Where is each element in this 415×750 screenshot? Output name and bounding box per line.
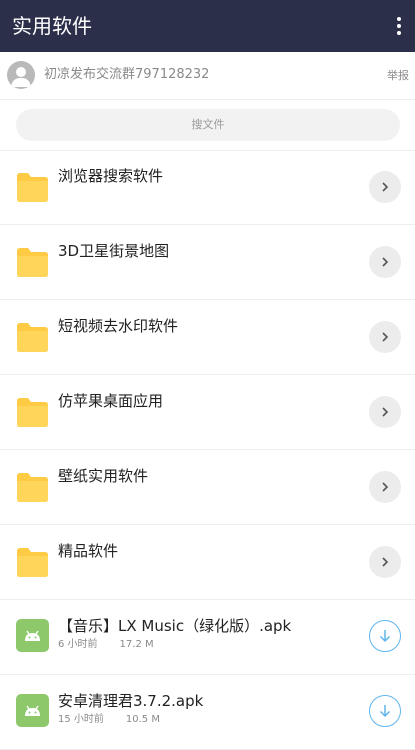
file-size: 17.2 M	[119, 639, 154, 650]
folder-label: 精品软件	[58, 542, 119, 560]
chevron-right-icon	[382, 557, 389, 567]
folder-item[interactable]: 浏览器搜索软件	[0, 150, 415, 225]
file-time: 6 小时前	[58, 639, 98, 650]
folder-item[interactable]: 3D卫星街景地图	[0, 225, 415, 300]
chevron-right-icon	[382, 482, 389, 492]
file-meta: 6 小时前 17.2 M	[58, 638, 154, 652]
folder-label: 3D卫星街景地图	[58, 242, 170, 260]
folder-icon	[17, 173, 48, 202]
download-arrow-icon	[379, 705, 391, 718]
chevron-right-icon	[382, 332, 389, 342]
search-input[interactable]: 搜文件	[16, 109, 400, 141]
folder-item[interactable]: 仿苹果桌面应用	[0, 375, 415, 450]
file-item[interactable]: 安卓清理君3.7.2.apk 15 小时前 10.5 M	[0, 675, 415, 750]
app-bar: 实用软件	[0, 0, 415, 52]
avatar[interactable]	[7, 61, 35, 89]
page-title: 实用软件	[12, 14, 92, 38]
open-folder-button[interactable]	[369, 396, 401, 428]
folder-label: 浏览器搜索软件	[58, 167, 164, 185]
download-button[interactable]	[369, 695, 401, 727]
folder-icon	[17, 398, 48, 427]
file-name: 【音乐】LX Music（绿化版）.apk	[58, 617, 292, 635]
folder-label: 仿苹果桌面应用	[58, 392, 164, 410]
download-arrow-icon	[379, 630, 391, 643]
chevron-right-icon	[382, 407, 389, 417]
folder-icon	[17, 548, 48, 577]
file-list: 浏览器搜索软件 3D卫星街景地图 短视频去水印软件 仿苹果桌面应用 壁纸实用软件…	[0, 150, 415, 750]
file-time: 15 小时前	[58, 714, 104, 725]
download-button[interactable]	[369, 620, 401, 652]
more-vert-icon[interactable]	[389, 12, 409, 40]
file-name: 安卓清理君3.7.2.apk	[58, 692, 204, 710]
owner-row: 初凉发布交流群797128232 举报	[0, 52, 415, 100]
user-icon	[11, 67, 31, 87]
folder-icon	[17, 248, 48, 277]
open-folder-button[interactable]	[369, 471, 401, 503]
chevron-right-icon	[382, 182, 389, 192]
folder-item[interactable]: 短视频去水印软件	[0, 300, 415, 375]
folder-label: 短视频去水印软件	[58, 317, 179, 335]
android-icon	[16, 619, 49, 652]
folder-item[interactable]: 壁纸实用软件	[0, 450, 415, 525]
open-folder-button[interactable]	[369, 246, 401, 278]
chevron-right-icon	[382, 257, 389, 267]
owner-name[interactable]: 初凉发布交流群797128232	[44, 66, 209, 84]
report-link[interactable]: 举报	[387, 68, 409, 84]
open-folder-button[interactable]	[369, 171, 401, 203]
folder-label: 壁纸实用软件	[58, 467, 149, 485]
file-item[interactable]: 【音乐】LX Music（绿化版）.apk 6 小时前 17.2 M	[0, 600, 415, 675]
search-section: 搜文件	[0, 100, 415, 151]
open-folder-button[interactable]	[369, 321, 401, 353]
folder-icon	[17, 473, 48, 502]
open-folder-button[interactable]	[369, 546, 401, 578]
file-size: 10.5 M	[125, 714, 160, 725]
folder-item[interactable]: 精品软件	[0, 525, 415, 600]
android-icon	[16, 694, 49, 727]
folder-icon	[17, 323, 48, 352]
